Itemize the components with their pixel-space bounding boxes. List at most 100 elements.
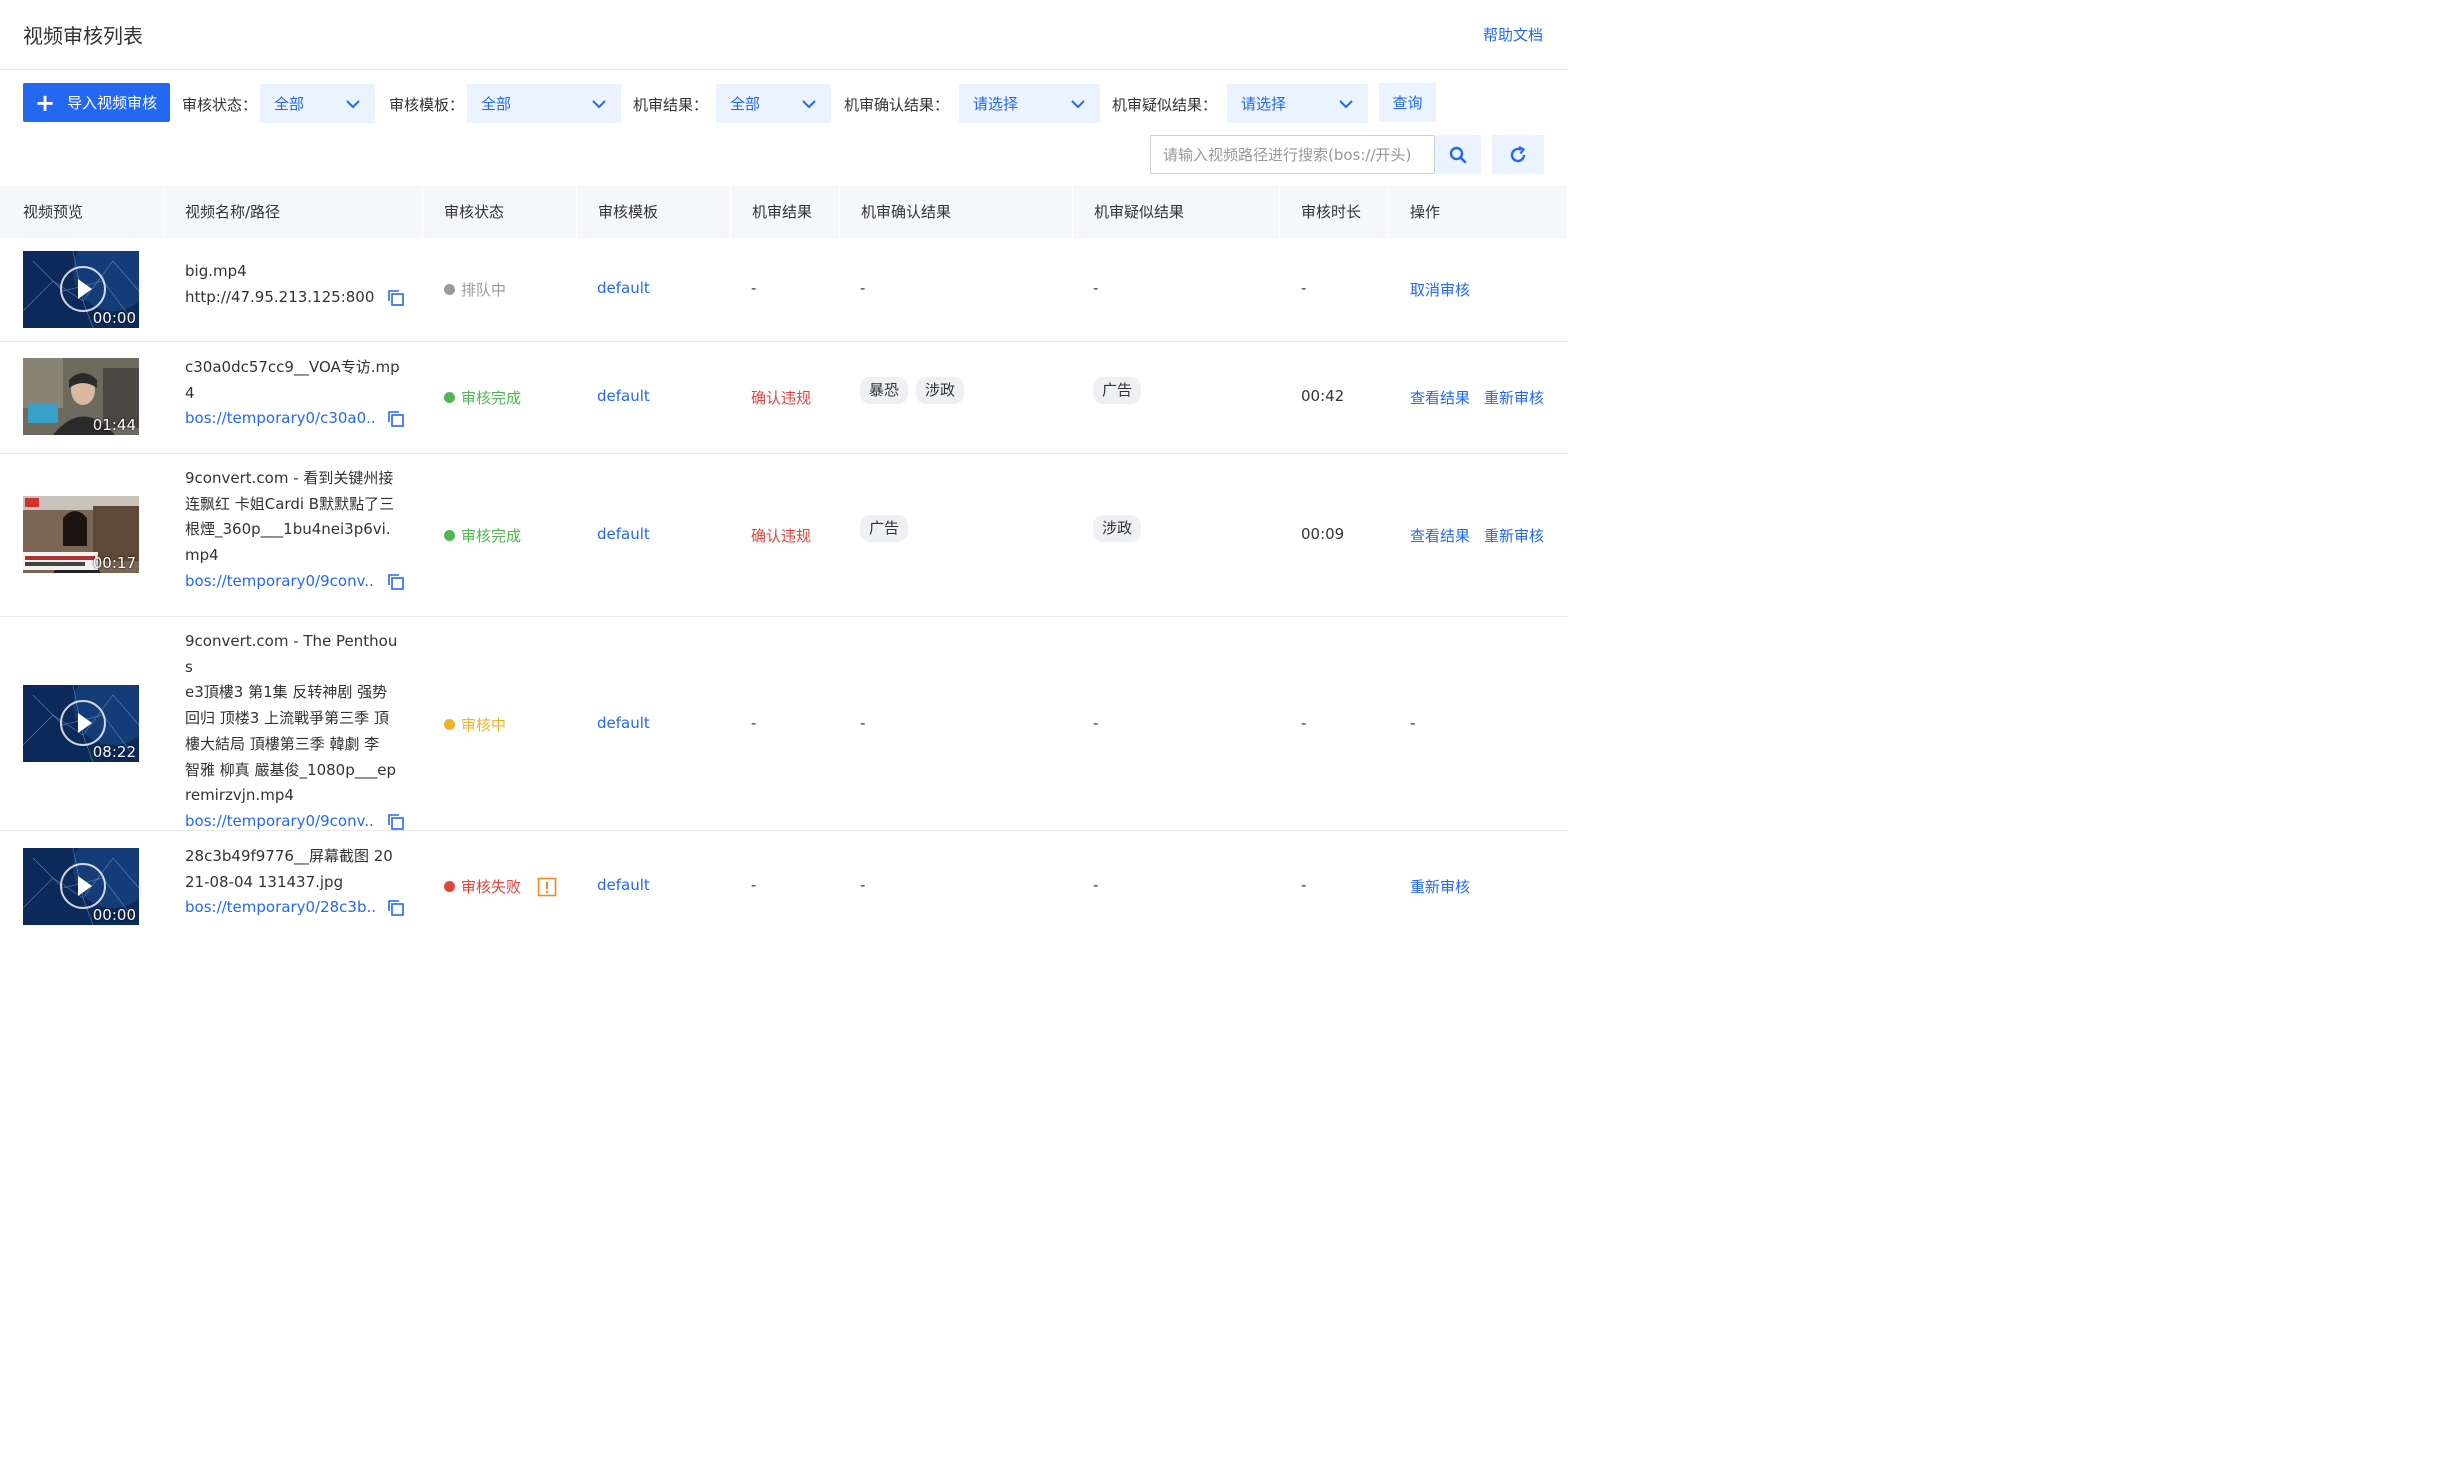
video-duration: 01:44 (92, 416, 136, 434)
import-video-review-button[interactable]: + 导入视频审核 (23, 83, 170, 122)
select-review-template[interactable]: 全部 (467, 84, 621, 123)
video-path-link[interactable]: bos://temporary0/28c3b... (185, 895, 375, 921)
row-actions: 查看结果 重新审核 (1410, 525, 1558, 546)
video-name: 21-08-04 131437.jpg (185, 872, 344, 891)
view-result-link[interactable]: 查看结果 (1410, 387, 1470, 408)
cancel-review-link[interactable]: 取消审核 (1410, 279, 1470, 300)
result-tag: 暴恐 (860, 377, 909, 404)
select-value: 全部 (481, 95, 512, 113)
template-link[interactable]: default (597, 387, 650, 405)
select-similar-result[interactable]: 请选择 (1227, 84, 1368, 123)
video-thumbnail[interactable]: 01:44 (23, 358, 139, 435)
status-text: 审核完成 (461, 389, 522, 407)
video-name: mp4 (185, 546, 219, 565)
video-path-link[interactable]: bos://temporary0/9conv... (185, 569, 375, 595)
video-name: 樓大結局 頂樓第三季 韓劇 李 (185, 734, 380, 753)
copy-icon[interactable] (387, 813, 405, 831)
copy-icon[interactable] (387, 410, 405, 428)
copy-icon[interactable] (387, 289, 405, 307)
copy-icon[interactable] (387, 899, 405, 917)
select-value: 全部 (730, 95, 761, 113)
status-text: 审核失败 (461, 878, 522, 896)
video-name: 9convert.com - 看到关键州接 (185, 469, 394, 487)
filter-label-confirm-result: 机审确认结果： (844, 96, 950, 114)
video-name: big.mp4 (185, 262, 247, 280)
confirm-result: - (860, 279, 866, 297)
machine-result: - (751, 714, 757, 732)
select-review-status[interactable]: 全部 (260, 84, 375, 123)
status-dot (444, 284, 455, 295)
video-duration: 00:17 (92, 554, 136, 572)
copy-icon[interactable] (387, 573, 405, 591)
video-thumbnail[interactable]: 00:17 (23, 496, 139, 573)
help-docs-link[interactable]: 帮助文档 (1483, 24, 1543, 45)
query-button[interactable]: 查询 (1379, 83, 1436, 122)
column-header: 视频名称/路径 (162, 186, 423, 238)
column-header: 视频预览 (0, 186, 164, 238)
review-duration: - (1301, 279, 1307, 297)
video-path-link[interactable]: bos://temporary0/c30a0... (185, 406, 375, 432)
page-header: 视频审核列表 帮助文档 (0, 0, 1568, 70)
re-review-link[interactable]: 重新审核 (1410, 876, 1470, 897)
select-value: 全部 (274, 95, 305, 113)
re-review-link[interactable]: 重新审核 (1484, 525, 1544, 546)
row-actions: 取消审核 (1410, 279, 1484, 300)
select-value: 请选择 (1241, 95, 1287, 113)
confirm-result: - (860, 876, 866, 894)
confirm-result-tags: 广告 (860, 515, 916, 542)
video-thumbnail[interactable]: 00:00 (23, 848, 139, 925)
view-result-link[interactable]: 查看结果 (1410, 525, 1470, 546)
column-header: 机审结果 (729, 186, 840, 238)
filter-label-machine-result: 机审结果： (633, 96, 709, 114)
video-name: 9convert.com - The Penthous (185, 632, 398, 676)
refresh-button[interactable] (1492, 135, 1544, 174)
page-title: 视频审核列表 (23, 24, 143, 48)
machine-result: - (751, 279, 757, 297)
template-link[interactable]: default (597, 525, 650, 543)
video-path: http://47.95.213.125:800... (185, 287, 375, 306)
video-thumbnail[interactable]: 08:22 (23, 685, 139, 762)
column-header: 审核状态 (421, 186, 577, 238)
select-machine-result[interactable]: 全部 (716, 84, 831, 123)
chevron-down-icon (802, 100, 816, 109)
status-dot (444, 530, 455, 541)
table-row: 00:00 28c3b49f9776__屏幕截图 20 21-08-04 131… (0, 831, 1568, 942)
search-input[interactable] (1150, 135, 1435, 174)
re-review-link[interactable]: 重新审核 (1484, 387, 1544, 408)
template-link[interactable]: default (597, 876, 650, 894)
video-thumbnail[interactable]: 00:00 (23, 251, 139, 328)
search-button[interactable] (1435, 135, 1481, 174)
import-button-label: 导入视频审核 (67, 94, 158, 112)
video-name-path: 9convert.com - The Penthous e3頂樓3 第1集 反转… (185, 629, 405, 835)
filter-label-status: 审核状态： (182, 96, 258, 114)
plus-icon: + (35, 88, 56, 117)
confirm-result-tags: 暴恐 涉政 (860, 377, 972, 404)
similar-result: - (1093, 876, 1099, 894)
select-confirm-result[interactable]: 请选择 (959, 84, 1100, 123)
result-tag: 广告 (1093, 377, 1142, 404)
result-tag: 广告 (860, 515, 909, 542)
template-link[interactable]: default (597, 714, 650, 732)
column-header: 机审疑似结果 (1071, 186, 1280, 238)
column-header: 操作 (1387, 186, 1568, 238)
filter-label-template: 审核模板： (389, 96, 465, 114)
row-actions: - (1410, 714, 1416, 732)
video-name-path: 9convert.com - 看到关键州接 连飘红 卡姐Cardi B默默點了三… (185, 466, 405, 595)
video-name: 4 (185, 383, 195, 402)
status-text: 审核完成 (461, 527, 522, 545)
toolbar: + 导入视频审核 审核状态： 全部 审核模板： 全部 机审结果： 全部 机审确认… (0, 70, 1568, 186)
video-name: remirzvjn.mp4 (185, 786, 294, 805)
warning-icon[interactable] (537, 877, 557, 897)
video-duration: 00:00 (92, 906, 136, 924)
review-duration: - (1301, 876, 1307, 894)
video-name: 根煙_360p___1bu4nei3p6vi. (185, 520, 391, 539)
status-badge: 审核失败 (444, 876, 557, 897)
similar-result-tags: 广告 (1093, 377, 1149, 404)
table-row: 01:44 c30a0dc57cc9__VOA专访.mp 4 bos://tem… (0, 342, 1568, 454)
template-link[interactable]: default (597, 279, 650, 297)
machine-result: 确认违规 (751, 527, 812, 545)
refresh-icon (1510, 145, 1526, 162)
status-badge: 审核中 (444, 714, 506, 735)
status-dot (444, 881, 455, 892)
column-header: 审核时长 (1278, 186, 1389, 238)
